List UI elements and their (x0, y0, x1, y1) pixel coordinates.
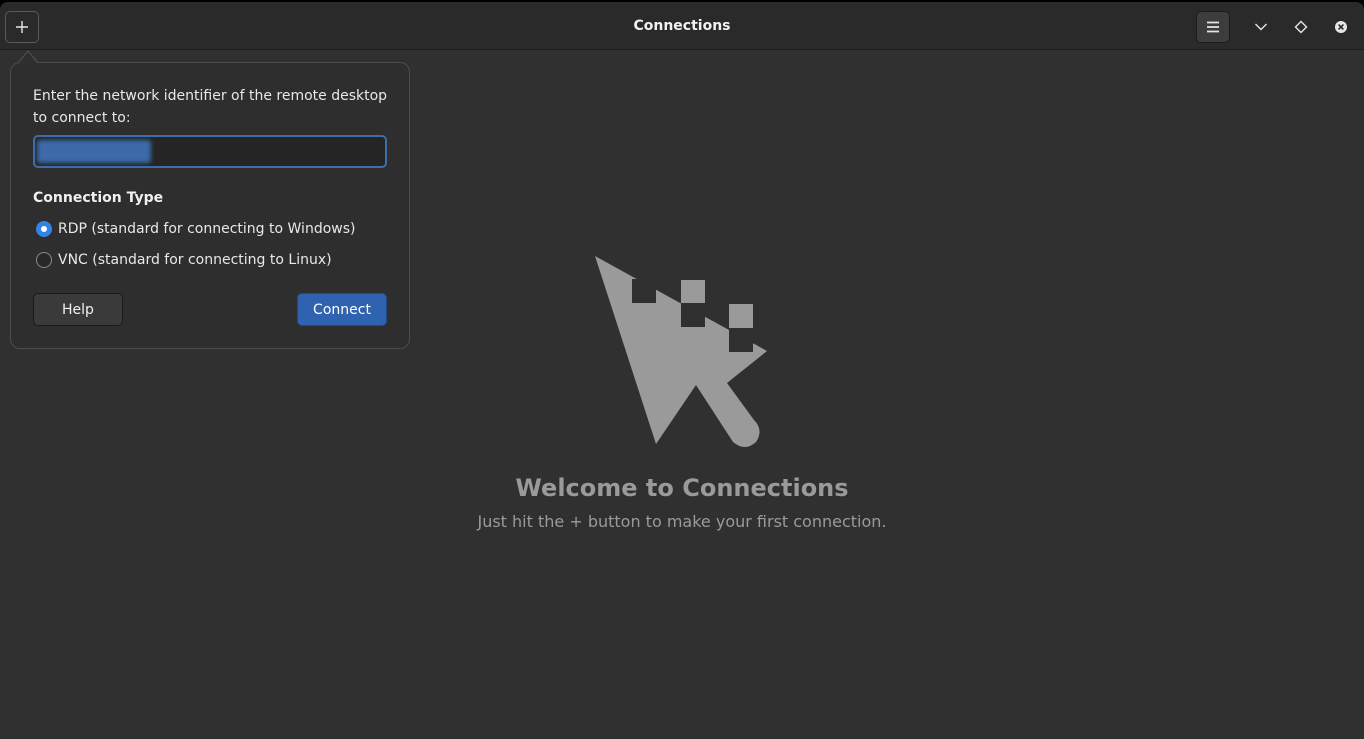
host-selection-highlight (37, 140, 151, 163)
radio-button-checked[interactable] (36, 221, 52, 237)
radio-rdp[interactable]: RDP (standard for connecting to Windows) (36, 218, 355, 240)
add-connection-button[interactable] (5, 11, 39, 43)
close-button[interactable] (1324, 11, 1358, 43)
connect-button[interactable]: Connect (297, 293, 387, 326)
radio-vnc[interactable]: VNC (standard for connecting to Linux) (36, 249, 332, 271)
close-circle-icon (1335, 21, 1347, 33)
help-button[interactable]: Help (33, 293, 123, 326)
new-connection-popover: Enter the network identifier of the remo… (10, 62, 410, 349)
hamburger-menu-icon (1207, 21, 1219, 33)
radio-rdp-label: RDP (standard for connecting to Windows) (58, 221, 356, 237)
welcome-title: Welcome to Connections (515, 474, 849, 502)
minimize-button[interactable] (1244, 11, 1278, 43)
connection-type-label: Connection Type (33, 190, 164, 206)
popover-arrow-inner (19, 52, 37, 63)
host-prompt: Enter the network identifier of the remo… (33, 88, 388, 126)
remote-cursor-icon (595, 256, 767, 447)
diamond-icon (1294, 20, 1308, 34)
window-title: Connections (633, 18, 731, 34)
welcome-subtitle: Just hit the + button to make your first… (477, 512, 887, 531)
chevron-down-icon (1255, 23, 1267, 31)
maximize-button[interactable] (1284, 11, 1318, 43)
app-window: Connections Welcome to Connections Just … (0, 2, 1364, 739)
radio-button-unchecked[interactable] (36, 252, 52, 268)
main-menu-button[interactable] (1196, 11, 1230, 43)
plus-icon (16, 21, 28, 33)
headerbar: Connections (0, 2, 1364, 50)
radio-vnc-label: VNC (standard for connecting to Linux) (58, 252, 332, 268)
